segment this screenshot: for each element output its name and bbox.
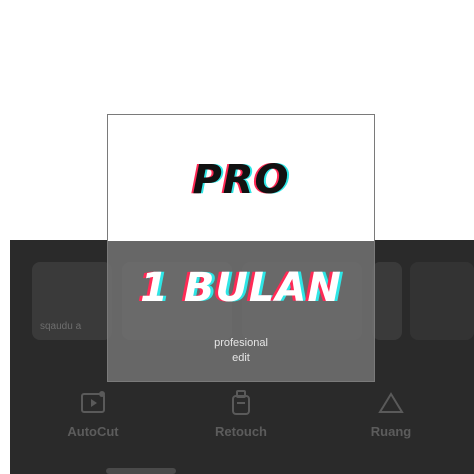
promo-subtitle-line2: edit xyxy=(232,352,250,364)
thumbnail-label: sqaudu a xyxy=(40,321,82,332)
retouch-icon xyxy=(232,390,250,415)
template-thumbnail[interactable]: sqaudu a xyxy=(32,262,112,340)
tool-autocut-button[interactable]: AutoCut xyxy=(38,388,148,448)
tool-ruang-button[interactable]: Ruang xyxy=(336,388,446,448)
promo-duration: 1 BULAN xyxy=(140,265,342,311)
tool-label: Ruang xyxy=(370,424,412,439)
page: sqaudu a AutoCut Retouch Ruang PRO 1 BUL… xyxy=(0,0,474,474)
home-indicator xyxy=(106,468,176,474)
template-thumbnail[interactable] xyxy=(410,262,474,340)
tool-label: AutoCut xyxy=(67,424,119,439)
autocut-icon xyxy=(81,391,105,413)
promo-title: PRO xyxy=(192,157,290,203)
ruang-icon xyxy=(378,392,404,413)
promo-card[interactable]: PRO 1 BULAN profesional edit xyxy=(107,114,375,382)
promo-subtitle-line1: profesional xyxy=(214,337,268,349)
template-thumbnail[interactable] xyxy=(372,262,402,340)
tool-retouch-button[interactable]: Retouch xyxy=(186,388,296,448)
tool-label: Retouch xyxy=(215,424,267,439)
